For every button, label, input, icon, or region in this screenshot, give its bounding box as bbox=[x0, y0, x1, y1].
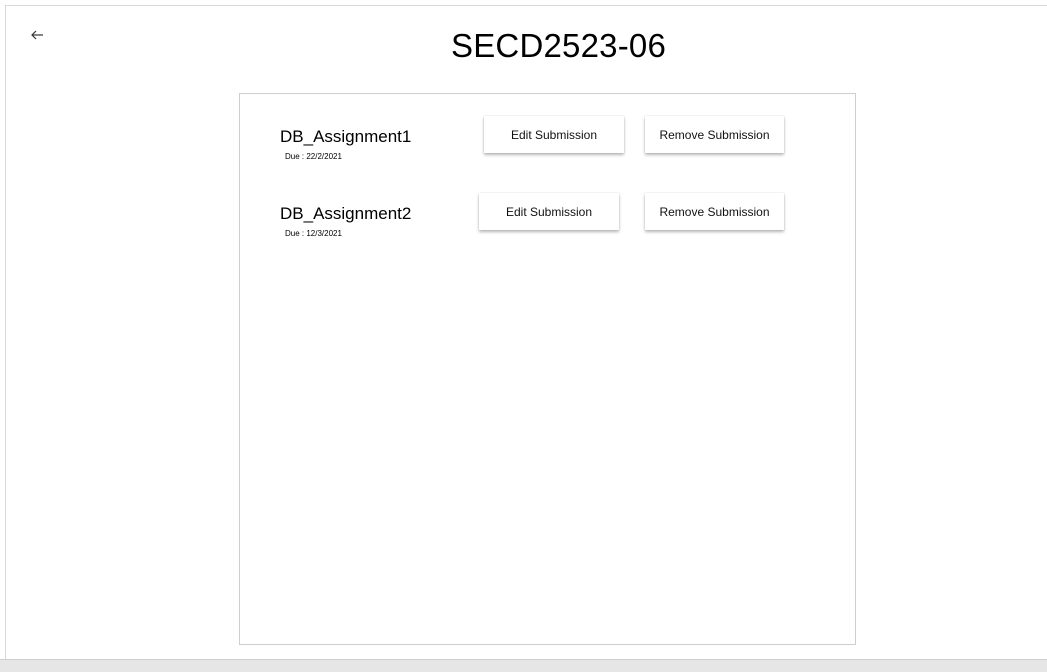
assignment-item: DB_Assignment2 Due : 12/3/2021 Edit Subm… bbox=[240, 193, 855, 243]
bottom-bar bbox=[0, 659, 1047, 672]
assignment-due-date: Due : 22/2/2021 bbox=[285, 152, 342, 161]
edit-submission-button[interactable]: Edit Submission bbox=[479, 193, 619, 230]
assignment-name: DB_Assignment2 bbox=[280, 204, 412, 223]
assignment-name: DB_Assignment1 bbox=[280, 127, 412, 146]
assignment-item: DB_Assignment1 Due : 22/2/2021 Edit Subm… bbox=[240, 116, 855, 166]
assignment-due-date: Due : 12/3/2021 bbox=[285, 229, 342, 238]
assignment-list-panel: DB_Assignment1 Due : 22/2/2021 Edit Subm… bbox=[239, 93, 856, 645]
edit-submission-button[interactable]: Edit Submission bbox=[484, 116, 624, 153]
remove-submission-button[interactable]: Remove Submission bbox=[645, 116, 784, 153]
remove-submission-button[interactable]: Remove Submission bbox=[645, 193, 784, 230]
page-title: SECD2523-06 bbox=[451, 27, 666, 64]
